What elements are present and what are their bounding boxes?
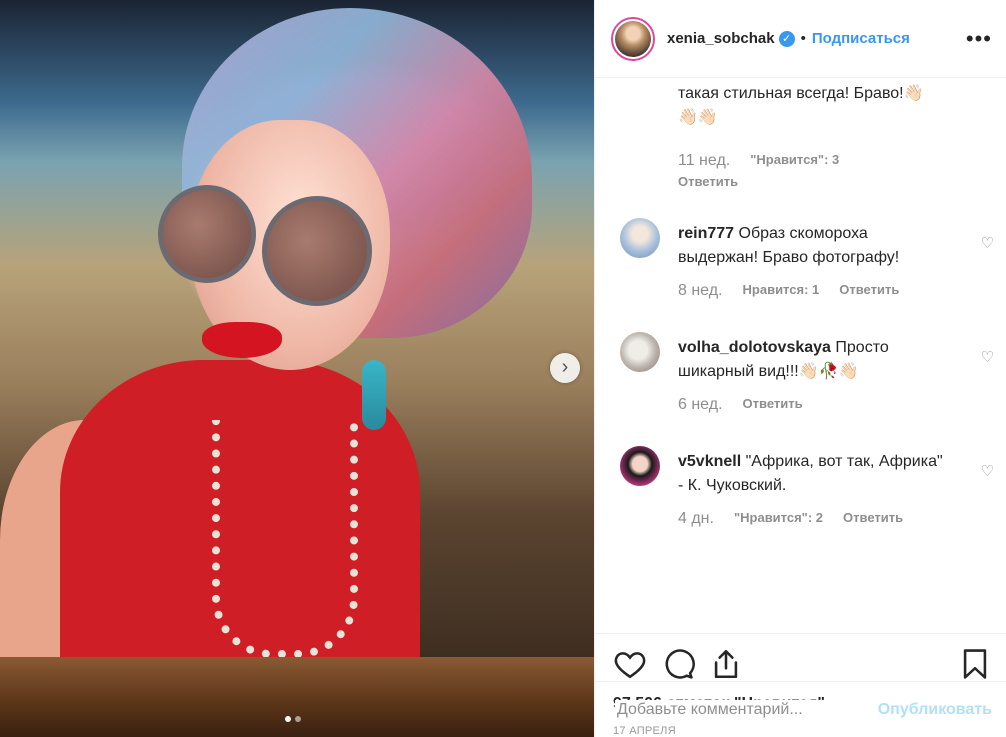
comment-meta: 8 нед. Нравится: 1 Ответить bbox=[678, 282, 899, 300]
post-header: xenia_sobchak ✓ • Подписаться ••• bbox=[595, 0, 1006, 78]
bookmark-icon[interactable] bbox=[958, 647, 992, 681]
header-separator: • bbox=[800, 30, 806, 47]
author-avatar-image bbox=[615, 20, 651, 57]
photo-wood-edge bbox=[0, 657, 594, 737]
comment-partial-reply-row: Ответить bbox=[678, 174, 738, 189]
post-photo[interactable]: › bbox=[0, 0, 594, 737]
comment-partial-meta: 11 нед. "Нравится": 3 bbox=[678, 152, 839, 170]
post-sidebar: xenia_sobchak ✓ • Подписаться ••• такая … bbox=[594, 0, 1006, 737]
comment-reply-button[interactable]: Ответить bbox=[743, 396, 803, 414]
comment-text: rein777 Образ скомороха выдержан! Браво … bbox=[678, 222, 948, 270]
comment-input[interactable] bbox=[615, 699, 878, 720]
carousel-dot-2 bbox=[295, 716, 301, 722]
verified-badge-icon: ✓ bbox=[778, 30, 795, 47]
comment-text: v5vknell "Африка, вот так, Африка" - К. … bbox=[678, 450, 948, 498]
chevron-right-icon: › bbox=[561, 356, 569, 378]
comment-age[interactable]: 8 нед. bbox=[678, 282, 723, 300]
photo-earring bbox=[362, 360, 386, 430]
photo-necklace bbox=[212, 420, 358, 658]
carousel-dots bbox=[285, 716, 301, 722]
photo-glasses-right bbox=[262, 196, 372, 306]
commenter-username[interactable]: v5vknell bbox=[678, 453, 741, 470]
photo-lips bbox=[202, 322, 282, 358]
comment-likes[interactable]: Нравится: 1 bbox=[743, 282, 820, 300]
comment-age[interactable]: 6 нед. bbox=[678, 396, 723, 414]
commenter-avatar[interactable] bbox=[620, 332, 660, 372]
comments-list[interactable]: такая стильная всегда! Браво!👋🏻 👋🏻👋🏻 11 … bbox=[595, 78, 1006, 633]
like-heart-icon[interactable] bbox=[613, 647, 647, 681]
add-comment-bar: Опубликовать bbox=[595, 681, 1006, 737]
next-slide-button[interactable]: › bbox=[550, 353, 580, 383]
comment-bubble-icon[interactable] bbox=[661, 647, 695, 681]
publish-button[interactable]: Опубликовать bbox=[878, 701, 992, 719]
heart-icon[interactable]: ♡ bbox=[981, 234, 994, 252]
comment-reply-button[interactable]: Ответить bbox=[678, 174, 738, 189]
heart-icon[interactable]: ♡ bbox=[981, 462, 994, 480]
carousel-dot-1 bbox=[285, 716, 291, 722]
comment-text: volha_dolotovskaya Просто шикарный вид!!… bbox=[678, 336, 948, 384]
more-options-icon[interactable]: ••• bbox=[966, 27, 992, 49]
instagram-post: › xenia_sobchak ✓ • Подписаться ••• така… bbox=[0, 0, 1006, 737]
commenter-username[interactable]: rein777 bbox=[678, 225, 734, 242]
commenter-avatar[interactable] bbox=[620, 218, 660, 258]
author-username[interactable]: xenia_sobchak bbox=[667, 30, 775, 47]
comment-partial-text: такая стильная всегда! Браво!👋🏻 👋🏻👋🏻 bbox=[678, 85, 924, 126]
comment-meta: 6 нед. Ответить bbox=[678, 396, 803, 414]
photo-glasses-left bbox=[158, 185, 256, 283]
follow-button[interactable]: Подписаться bbox=[812, 30, 910, 47]
comment-age[interactable]: 11 нед. bbox=[678, 152, 730, 170]
heart-icon[interactable]: ♡ bbox=[981, 348, 994, 366]
comment-reply-button[interactable]: Ответить bbox=[843, 510, 903, 528]
commenter-avatar[interactable] bbox=[620, 446, 660, 486]
comment-likes[interactable]: "Нравится": 2 bbox=[734, 510, 823, 528]
commenter-username[interactable]: volha_dolotovskaya bbox=[678, 339, 831, 356]
comment-meta: 4 дн. "Нравится": 2 Ответить bbox=[678, 510, 903, 528]
comment-reply-button[interactable]: Ответить bbox=[839, 282, 899, 300]
comment-age[interactable]: 4 дн. bbox=[678, 510, 714, 528]
comment-likes[interactable]: "Нравится": 3 bbox=[750, 152, 839, 170]
author-avatar[interactable] bbox=[611, 16, 655, 61]
share-icon[interactable] bbox=[709, 647, 743, 681]
